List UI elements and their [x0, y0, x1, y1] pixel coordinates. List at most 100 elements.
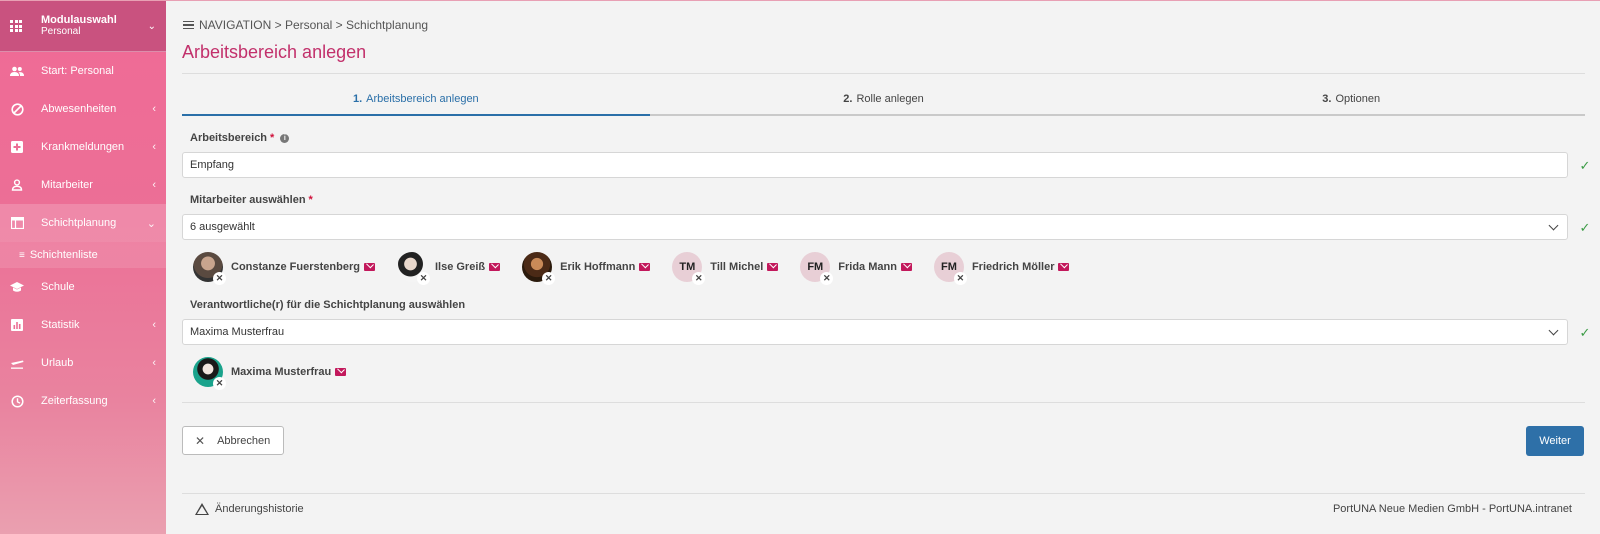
mail-icon[interactable]	[363, 263, 375, 271]
check-icon: ✓	[1579, 325, 1591, 340]
divider	[182, 402, 1585, 403]
sidebar-item-label: Schichtplanung	[41, 217, 117, 229]
step-label: Rolle anlegen	[856, 93, 924, 105]
responsible-label: Verantwortliche(r) für die Schichtplanun…	[190, 299, 465, 311]
wizard-steps: 1. Arbeitsbereich anlegen 2. Rolle anlegen…	[182, 93, 1585, 116]
footer-divider	[182, 493, 1585, 494]
module-selector[interactable]: Modulauswahl Personal ⌄	[0, 1, 166, 52]
employees-select-value: 6 ausgewählt	[190, 221, 255, 233]
remove-icon[interactable]: ✕	[542, 272, 556, 285]
sidebar-item-urlaub[interactable]: Urlaub ‹	[0, 344, 166, 382]
sidebar-subitem-schichtenliste[interactable]: ≡ Schichtenliste	[0, 242, 166, 268]
remove-icon[interactable]: ✕	[213, 272, 226, 285]
avatar: FM ✕	[800, 252, 834, 285]
module-subtitle: Personal	[41, 26, 81, 37]
breadcrumb-separator: >	[274, 18, 282, 32]
employee-chip: ✕ Ilse Greiß	[396, 252, 501, 285]
employee-name: Friedrich Möller	[971, 261, 1055, 273]
sidebar-item-schichtplanung[interactable]: Schichtplanung ⌄	[0, 204, 166, 242]
employee-chip: TM ✕ Till Michel	[672, 252, 779, 285]
sidebar-item-label: Mitarbeiter	[41, 179, 93, 191]
employee-name: Erik Hoffmann	[560, 261, 636, 273]
remove-icon[interactable]: ✕	[692, 272, 706, 285]
chevron-left-icon: ‹	[152, 319, 156, 331]
mail-icon[interactable]	[639, 263, 651, 271]
area-input[interactable]: Empfang	[182, 152, 1568, 178]
mail-icon[interactable]	[335, 368, 347, 376]
responsible-select[interactable]: Maxima Musterfrau	[182, 319, 1568, 345]
list-icon: ≡	[19, 249, 25, 261]
mail-icon[interactable]	[900, 263, 912, 271]
next-button[interactable]: Weiter	[1526, 426, 1584, 456]
chevron-down-icon	[1548, 220, 1559, 230]
employee-name: Constanze Fuerstenberg	[231, 261, 360, 273]
info-icon[interactable]: i	[280, 133, 290, 143]
sidebar-item-label: Abwesenheiten	[41, 103, 117, 115]
avatar: ✕	[193, 357, 226, 390]
mail-icon[interactable]	[1058, 263, 1070, 271]
sidebar-item-mitarbeiter[interactable]: Mitarbeiter ‹	[0, 166, 166, 204]
step-3[interactable]: 3. Optionen	[1117, 93, 1585, 114]
avatar-initials: TM	[679, 261, 696, 273]
sidebar-item-label: Schule	[41, 281, 75, 293]
responsible-chip: ✕ Maxima Musterfrau	[193, 357, 347, 390]
sidebar-item-zeiterfassung[interactable]: Zeiterfassung ‹	[0, 382, 166, 420]
module-title: Modulauswahl Personal	[41, 14, 148, 38]
employee-name: Frida Mann	[838, 261, 897, 273]
mail-icon[interactable]	[767, 263, 779, 271]
avatar-initials: FM	[807, 261, 824, 273]
remove-icon[interactable]: ✕	[820, 272, 834, 285]
page-title: Arbeitsbereich anlegen	[182, 42, 367, 62]
chevron-left-icon: ‹	[152, 103, 156, 115]
graduation-cap-icon	[10, 280, 24, 294]
chevron-left-icon: ‹	[152, 357, 156, 369]
employee-name: Till Michel	[710, 261, 764, 273]
change-history-link[interactable]: Änderungshistorie	[195, 503, 304, 515]
remove-icon[interactable]: ✕	[213, 377, 226, 390]
employees-label-text: Mitarbeiter auswählen	[190, 194, 306, 206]
selected-responsible: ✕ Maxima Musterfrau	[193, 357, 368, 390]
check-icon: ✓	[1579, 220, 1591, 235]
cancel-button[interactable]: ✕ Abbrechen	[182, 426, 284, 455]
chevron-left-icon: ‹	[152, 141, 156, 153]
sidebar-subitem-label: Schichtenliste	[29, 249, 98, 261]
step-number: 3.	[1322, 93, 1332, 105]
clock-icon	[10, 394, 24, 408]
employees-select[interactable]: 6 ausgewählt	[182, 214, 1568, 240]
avatar: ✕	[522, 252, 556, 285]
chevron-down-icon: ⌄	[147, 20, 156, 32]
responsible-select-value: Maxima Musterfrau	[190, 326, 285, 338]
sidebar-item-krankmeldungen[interactable]: Krankmeldungen ‹	[0, 128, 166, 166]
remove-icon[interactable]: ✕	[416, 272, 430, 285]
breadcrumb-schichtplanung[interactable]: Schichtplanung	[346, 18, 428, 32]
breadcrumb: NAVIGATION > Personal > Schichtplanung	[183, 18, 428, 32]
employee-chip: ✕ Erik Hoffmann	[522, 252, 651, 285]
main-content: NAVIGATION > Personal > Schichtplanung A…	[166, 1, 1600, 534]
breadcrumb-personal[interactable]: Personal	[285, 18, 332, 32]
chevron-down-icon	[1548, 325, 1559, 335]
sidebar-item-abwesenheiten[interactable]: Abwesenheiten ‹	[0, 90, 166, 128]
breadcrumb-root[interactable]: NAVIGATION	[199, 18, 271, 32]
chevron-left-icon: ‹	[152, 179, 156, 191]
sidebar-item-start-personal[interactable]: Start: Personal	[0, 52, 166, 90]
sidebar-item-schule[interactable]: Schule	[0, 268, 166, 306]
chevron-left-icon: ‹	[152, 395, 156, 407]
menu-icon[interactable]	[183, 20, 194, 30]
bar-chart-icon	[10, 318, 24, 332]
step-number: 2.	[843, 93, 853, 105]
apps-grid-icon	[10, 20, 22, 32]
mail-icon[interactable]	[489, 263, 501, 271]
employee-chip: FM ✕ Friedrich Möller	[933, 252, 1070, 285]
sidebar-item-label: Zeiterfassung	[41, 395, 108, 407]
sidebar-item-statistik[interactable]: Statistik ‹	[0, 306, 166, 344]
close-icon: ✕	[195, 433, 206, 448]
footer-company: PortUNA Neue Medien GmbH - PortUNA.intra…	[1332, 503, 1572, 515]
step-2[interactable]: 2. Rolle anlegen	[650, 93, 1118, 114]
remove-icon[interactable]: ✕	[953, 272, 967, 285]
employee-chip: FM ✕ Frida Mann	[800, 252, 912, 285]
required-mark: *	[308, 194, 313, 206]
employee-name: Ilse Greiß	[434, 261, 486, 273]
responsible-label-text: Verantwortliche(r) für die Schichtplanun…	[190, 299, 466, 311]
block-icon	[10, 102, 24, 116]
step-1[interactable]: 1. Arbeitsbereich anlegen	[182, 93, 650, 116]
